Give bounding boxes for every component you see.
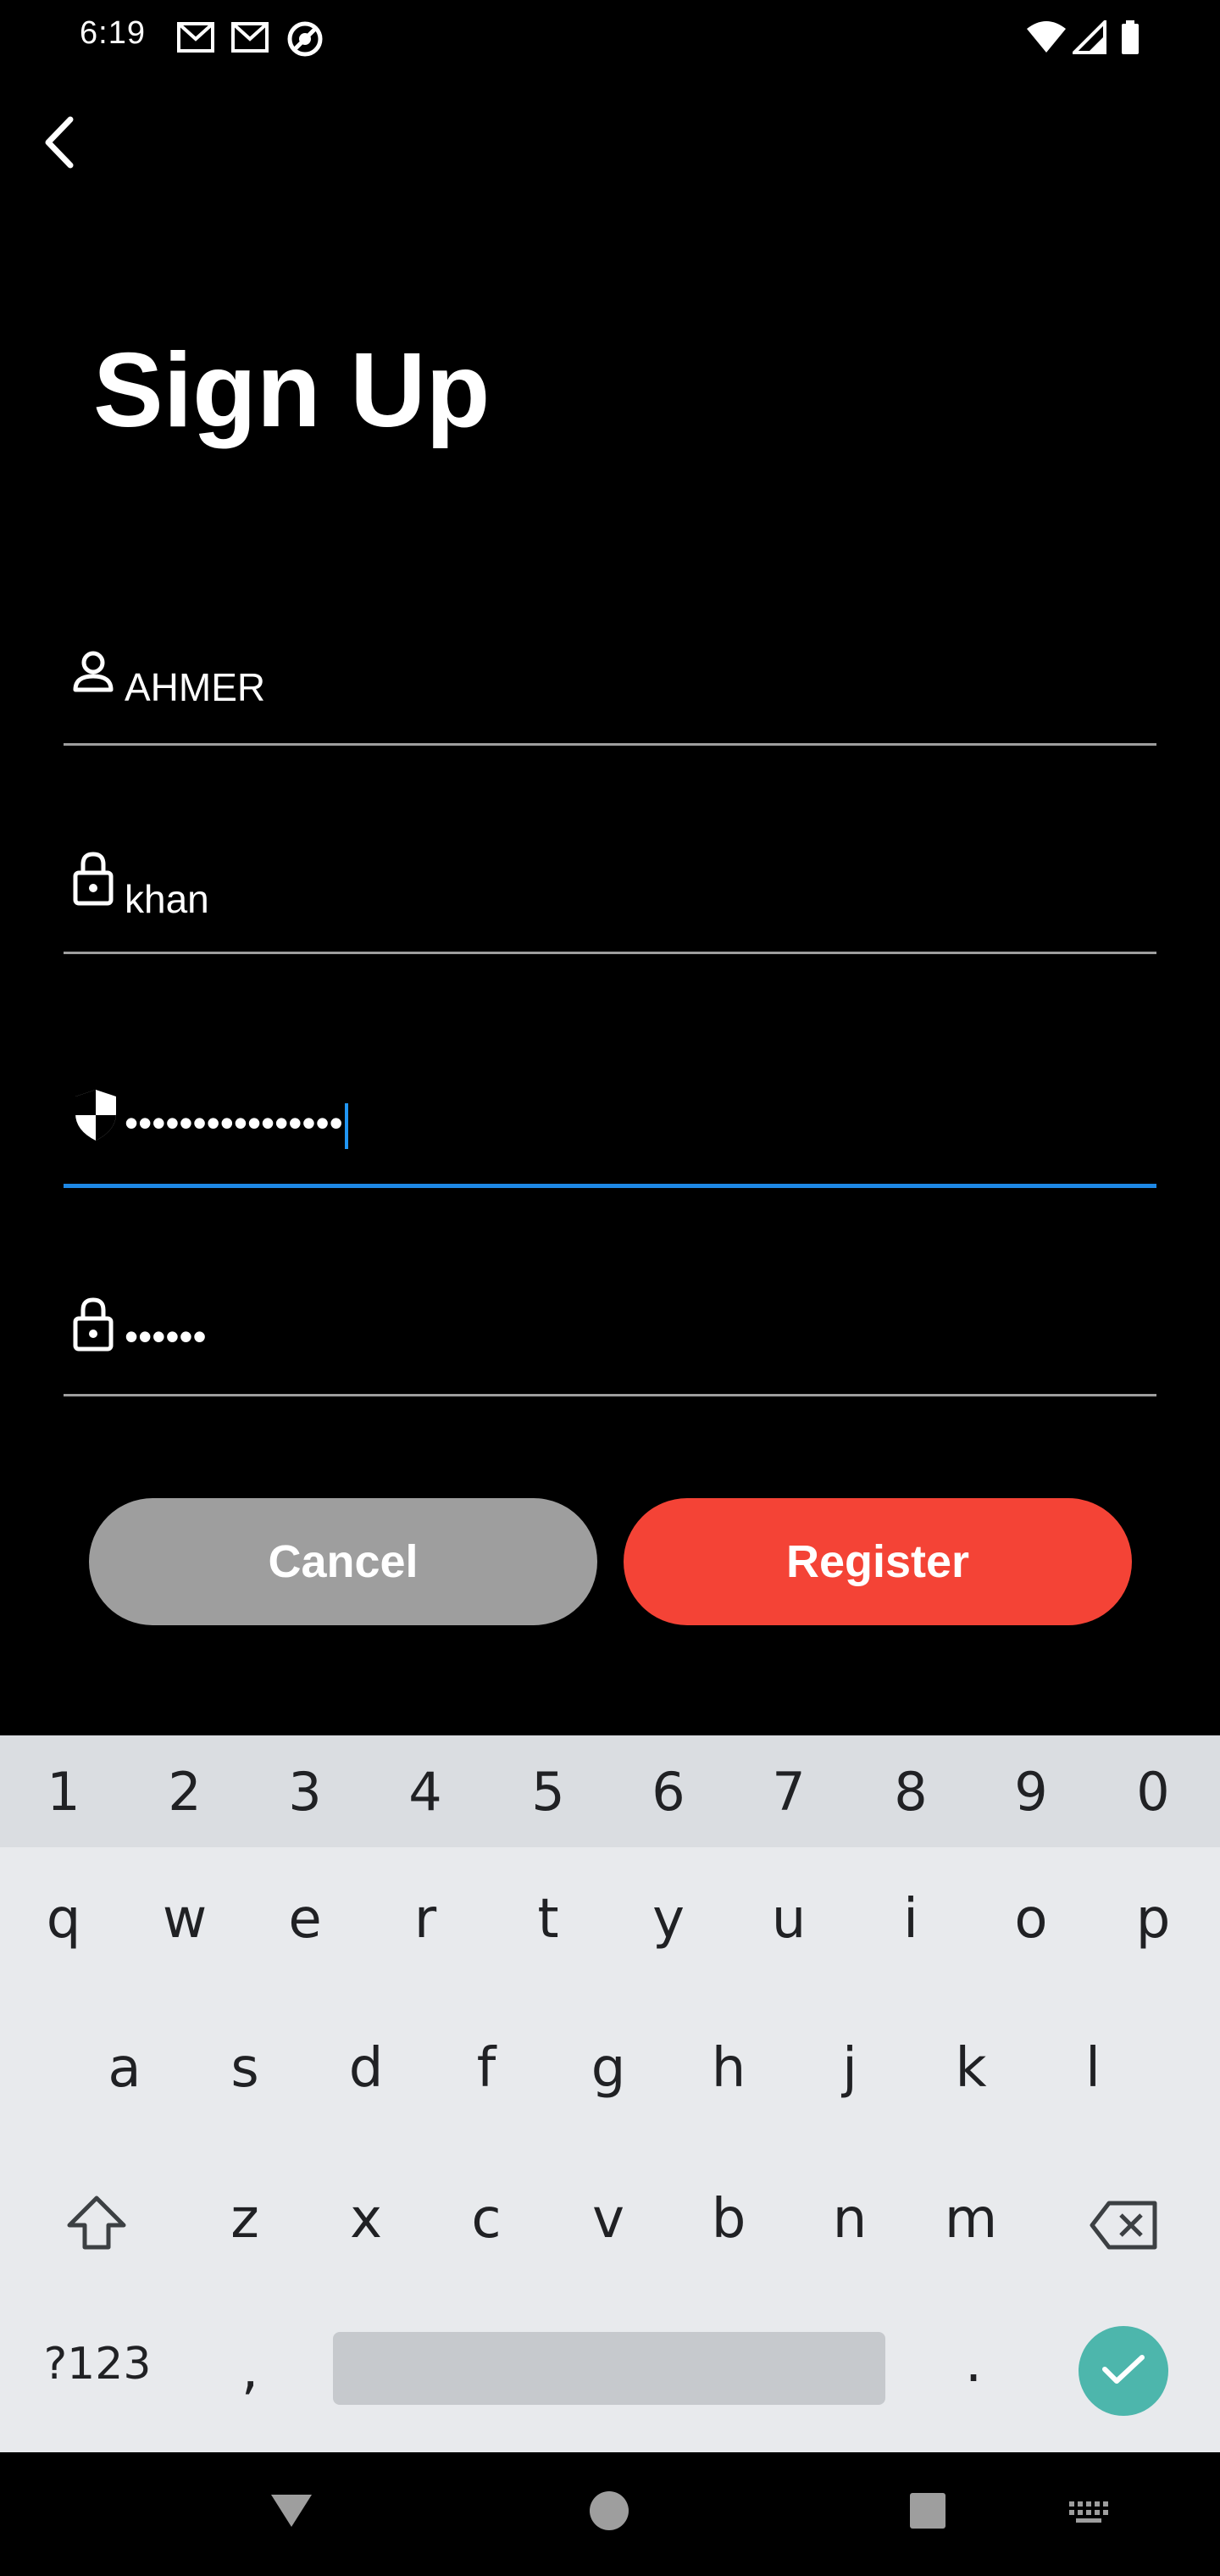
space-bar[interactable] <box>333 2332 885 2405</box>
back-button[interactable] <box>25 102 93 186</box>
enter-key[interactable] <box>1079 2326 1168 2416</box>
password-masked: •••••••••••••••• <box>125 1101 343 1145</box>
number_row-key-7[interactable]: 7 <box>755 1761 823 1823</box>
row1-key-i[interactable]: i <box>877 1888 945 1951</box>
lastname-field[interactable]: khan <box>64 836 1156 954</box>
confirm-password-underline <box>64 1394 1156 1396</box>
row3-key-c[interactable]: c <box>452 2188 520 2251</box>
text-cursor <box>344 1102 348 1149</box>
number_row-key-8[interactable]: 8 <box>877 1761 945 1823</box>
username-field[interactable]: AHMER <box>64 627 1156 746</box>
row1-key-u[interactable]: u <box>755 1888 823 1951</box>
row2-key-l[interactable]: l <box>1059 2037 1127 2100</box>
username-underline <box>64 743 1156 746</box>
username-value: AHMER <box>125 665 266 709</box>
page-title: Sign Up <box>93 332 491 449</box>
row2-key-d[interactable]: d <box>332 2037 400 2100</box>
gmail-icon <box>176 20 215 58</box>
row3-key-m[interactable]: m <box>937 2188 1005 2251</box>
check-icon <box>1100 2351 1147 2392</box>
number_row-key-5[interactable]: 5 <box>514 1761 582 1823</box>
row1-key-p[interactable]: p <box>1119 1888 1187 1951</box>
lastname-underline <box>64 952 1156 954</box>
number_row-key-6[interactable]: 6 <box>635 1761 702 1823</box>
status-bar: 6:19 <box>0 0 1220 75</box>
number_row-key-3[interactable]: 3 <box>271 1761 339 1823</box>
number_row-key-2[interactable]: 2 <box>151 1761 219 1823</box>
back-arrow-icon <box>38 113 80 176</box>
lastname-value: khan <box>125 877 209 921</box>
row3-key-z[interactable]: z <box>211 2188 279 2251</box>
row2-key-a[interactable]: a <box>91 2037 158 2100</box>
password-field[interactable]: •••••••••••••••• <box>64 1069 1156 1188</box>
number_row-key-9[interactable]: 9 <box>997 1761 1065 1823</box>
sync-icon <box>286 20 324 62</box>
register-button[interactable]: Register <box>624 1498 1132 1625</box>
password-value: •••••••••••••••• <box>125 1100 348 1149</box>
row1-key-e[interactable]: e <box>271 1888 339 1951</box>
navigation-bar <box>0 2452 1220 2576</box>
password-underline <box>64 1184 1156 1188</box>
confirm-password-value: •••••• <box>125 1314 207 1358</box>
row1-key-t[interactable]: t <box>514 1888 582 1951</box>
row1-key-q[interactable]: q <box>30 1888 97 1951</box>
battery-icon <box>1120 20 1140 58</box>
gmail-icon <box>230 20 269 58</box>
row2-key-k[interactable]: k <box>937 2037 1005 2100</box>
row1-key-r[interactable]: r <box>391 1888 459 1951</box>
row2-key-f[interactable]: f <box>452 2037 520 2100</box>
wifi-icon <box>1025 20 1068 58</box>
lock-icon <box>72 851 114 911</box>
comma-key[interactable]: , <box>229 2339 271 2401</box>
period-key[interactable]: . <box>952 2332 995 2395</box>
row1-key-y[interactable]: y <box>635 1888 702 1951</box>
confirm-password-field[interactable]: •••••• <box>64 1278 1156 1396</box>
status-time: 6:19 <box>80 15 146 51</box>
row2-key-s[interactable]: s <box>211 2037 279 2100</box>
number_row-key-1[interactable]: 1 <box>30 1761 97 1823</box>
row3-key-v[interactable]: v <box>574 2188 642 2251</box>
number_row-key-4[interactable]: 4 <box>391 1761 459 1823</box>
row2-key-j[interactable]: j <box>816 2037 884 2100</box>
number_row-key-0[interactable]: 0 <box>1119 1761 1187 1823</box>
lock-icon <box>72 1296 114 1357</box>
row1-key-w[interactable]: w <box>151 1888 219 1951</box>
person-icon <box>72 649 114 699</box>
shield-icon <box>72 1088 119 1146</box>
shift-key[interactable] <box>63 2193 130 2266</box>
row3-key-n[interactable]: n <box>816 2188 884 2251</box>
backspace-key[interactable] <box>1086 2200 1162 2264</box>
back-triangle-icon[interactable] <box>268 2491 315 2533</box>
symbols-key[interactable]: ?123 <box>34 2339 161 2390</box>
cancel-button[interactable]: Cancel <box>89 1498 597 1625</box>
row1-key-o[interactable]: o <box>997 1888 1065 1951</box>
signal-icon <box>1070 18 1106 58</box>
row2-key-h[interactable]: h <box>695 2037 762 2100</box>
keyboard-switch-icon[interactable] <box>1068 2500 1110 2529</box>
row3-key-b[interactable]: b <box>695 2188 762 2251</box>
row2-key-g[interactable]: g <box>574 2037 642 2100</box>
row3-key-x[interactable]: x <box>332 2188 400 2251</box>
recents-square-icon[interactable] <box>908 2491 947 2534</box>
home-circle-icon[interactable] <box>588 2490 630 2536</box>
